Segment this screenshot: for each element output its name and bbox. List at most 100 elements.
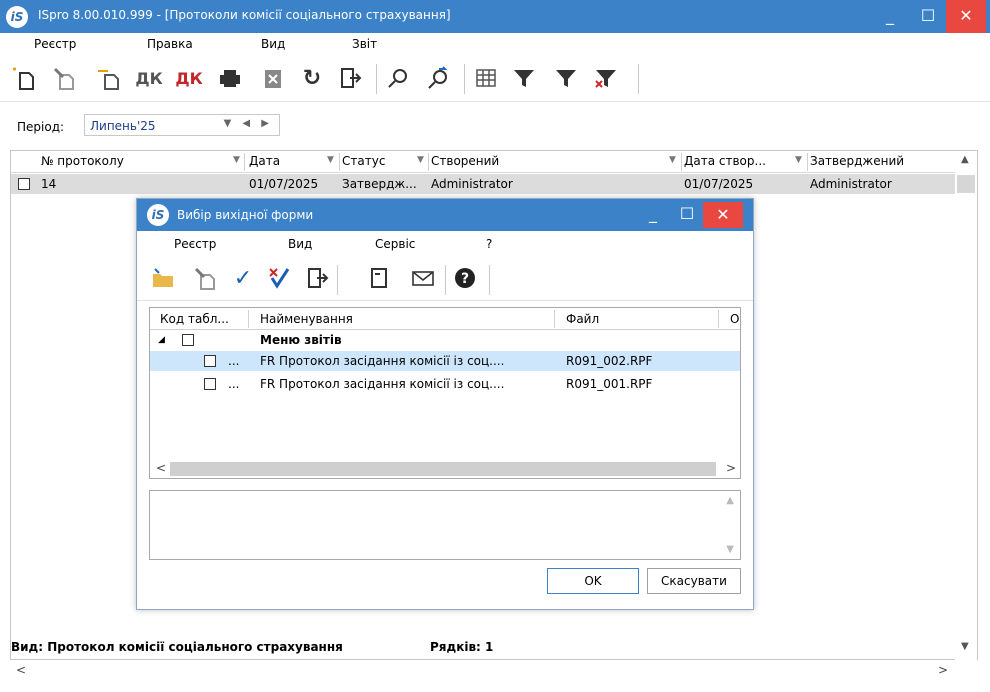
- scroll-thumb[interactable]: [170, 462, 716, 476]
- scroll-right-icon[interactable]: >: [726, 461, 736, 475]
- filter-set-icon[interactable]: [552, 65, 580, 93]
- dialog-menu-help[interactable]: ?: [486, 237, 492, 251]
- col-status[interactable]: Статус: [342, 154, 385, 168]
- list-item[interactable]: ... FR Протокол засідання комісії із соц…: [150, 351, 740, 371]
- dialog-toolbar: ✓ ?: [137, 257, 753, 301]
- cell-code: ...: [228, 354, 240, 368]
- row-checkbox[interactable]: [204, 378, 216, 390]
- menu-registry[interactable]: Реєстр: [34, 37, 76, 51]
- menu-view[interactable]: Вид: [261, 37, 285, 51]
- exit-icon[interactable]: [336, 65, 364, 93]
- dialog-maximize-button[interactable]: ☐: [667, 198, 707, 230]
- list-item[interactable]: ... FR Протокол засідання комісії із соц…: [150, 374, 740, 394]
- sort-arrow-icon[interactable]: ▼: [795, 155, 802, 165]
- print-icon[interactable]: [216, 65, 244, 93]
- toolbar-separator: [489, 265, 490, 295]
- dialog-menu-view[interactable]: Вид: [288, 237, 312, 251]
- scroll-up-icon[interactable]: ▲: [726, 495, 734, 506]
- minimize-button[interactable]: _: [870, 0, 910, 33]
- uncheck-icon[interactable]: [265, 265, 293, 293]
- column-divider: [718, 310, 719, 328]
- cell-created-by: Administrator: [431, 177, 513, 191]
- col-created-by[interactable]: Створений: [431, 154, 499, 168]
- dialog-close-button[interactable]: ✕: [703, 202, 743, 228]
- column-divider: [681, 153, 682, 171]
- close-button[interactable]: ✕: [946, 0, 986, 33]
- help-icon[interactable]: ?: [451, 265, 479, 293]
- period-label: Період:: [17, 120, 65, 134]
- scroll-right-icon[interactable]: >: [938, 663, 948, 677]
- sort-arrow-icon[interactable]: ▼: [233, 155, 240, 165]
- col-other[interactable]: О: [730, 312, 739, 326]
- find-next-icon[interactable]: [424, 65, 452, 93]
- col-protocol-number[interactable]: № протоколу: [41, 154, 124, 168]
- column-divider: [428, 153, 429, 171]
- search-icon[interactable]: [384, 65, 412, 93]
- col-approved-by[interactable]: Затверджений: [810, 154, 904, 168]
- dialog-horizontal-scrollbar[interactable]: < >: [150, 460, 740, 478]
- cell-status: Затвердж...: [342, 177, 417, 191]
- cell-approved-by: Administrator: [810, 177, 892, 191]
- grid-icon[interactable]: [472, 65, 500, 93]
- ok-button[interactable]: OK: [547, 568, 639, 594]
- filter-clear-icon[interactable]: [592, 65, 620, 93]
- grid-vertical-scrollbar[interactable]: ▲ ▼: [955, 151, 977, 661]
- scroll-left-icon[interactable]: <: [16, 663, 26, 677]
- column-divider: [244, 153, 245, 171]
- check-icon[interactable]: ✓: [229, 265, 257, 293]
- scroll-down-icon[interactable]: ▼: [961, 641, 969, 652]
- mail-icon[interactable]: [409, 265, 437, 293]
- dialog-exit-icon[interactable]: [303, 265, 331, 293]
- row-checkbox[interactable]: [18, 178, 30, 190]
- form-icon[interactable]: [365, 265, 393, 293]
- period-nav-arrows-icon[interactable]: ▼ ◀ ▶: [224, 118, 273, 129]
- copy-record-icon[interactable]: [94, 65, 122, 93]
- svg-text:?: ?: [461, 271, 469, 287]
- cancel-button[interactable]: Скасувати: [647, 568, 741, 594]
- col-table-code[interactable]: Код табл...: [160, 312, 229, 326]
- sort-arrow-icon[interactable]: ▼: [669, 155, 676, 165]
- sort-arrow-icon[interactable]: ▼: [327, 155, 334, 165]
- description-memo[interactable]: ▲ ▼: [149, 490, 741, 560]
- dialog-menu-registry[interactable]: Реєстр: [174, 237, 216, 251]
- filter-icon[interactable]: [510, 65, 538, 93]
- sort-arrow-icon[interactable]: ▼: [417, 155, 424, 165]
- row-checkbox[interactable]: [204, 355, 216, 367]
- table-row[interactable]: 14 01/07/2025 Затвердж... Administrator …: [11, 174, 955, 194]
- output-forms-table: Код табл... Найменування Файл О ◢ Меню з…: [149, 307, 741, 479]
- menu-edit[interactable]: Правка: [147, 37, 193, 51]
- new-record-icon[interactable]: [10, 65, 38, 93]
- period-select[interactable]: Липень'25 ▼ ◀ ▶: [84, 114, 280, 136]
- menu-report[interactable]: Звіт: [352, 37, 377, 51]
- tree-group-row[interactable]: ◢ Меню звітів: [150, 330, 740, 350]
- output-form-dialog: iS Вибір вихідної форми _ ☐ ✕ Реєстр Вид…: [136, 198, 754, 610]
- app-logo-icon: iS: [6, 6, 28, 28]
- scroll-thumb[interactable]: [957, 175, 975, 193]
- export-icon[interactable]: [258, 65, 286, 93]
- main-menubar: Реєстр Правка Вид Звіт: [0, 33, 990, 56]
- dialog-menubar: Реєстр Вид Сервіс ?: [137, 231, 753, 257]
- col-file[interactable]: Файл: [566, 312, 599, 326]
- cell-name: FR Протокол засідання комісії із соц....: [260, 354, 505, 368]
- cell-file: R091_001.RPF: [566, 377, 653, 391]
- app-titlebar: iS ISpro 8.00.010.999 - [Протоколи коміс…: [0, 0, 990, 33]
- scroll-up-icon[interactable]: ▲: [961, 154, 969, 165]
- edit-record-icon[interactable]: [50, 65, 78, 93]
- edit-icon[interactable]: [191, 265, 219, 293]
- col-created-date[interactable]: Дата створ...: [684, 154, 766, 168]
- open-folder-icon[interactable]: [149, 265, 177, 293]
- expand-arrow-icon[interactable]: ◢: [158, 335, 165, 345]
- group-checkbox[interactable]: [182, 334, 194, 346]
- scroll-left-icon[interactable]: <: [156, 461, 166, 475]
- grid-horizontal-scrollbar[interactable]: < >: [10, 660, 978, 680]
- debit-credit-red-icon[interactable]: ДК: [175, 65, 203, 93]
- scroll-down-icon[interactable]: ▼: [726, 544, 734, 555]
- refresh-icon[interactable]: ↻: [298, 65, 326, 93]
- maximize-button[interactable]: ☐: [908, 0, 948, 33]
- col-date[interactable]: Дата: [249, 154, 280, 168]
- dialog-menu-service[interactable]: Сервіс: [375, 237, 415, 251]
- cell-date: 01/07/2025: [249, 177, 319, 191]
- column-divider: [807, 153, 808, 171]
- debit-credit-icon[interactable]: ДК: [135, 65, 163, 93]
- col-name[interactable]: Найменування: [260, 312, 353, 326]
